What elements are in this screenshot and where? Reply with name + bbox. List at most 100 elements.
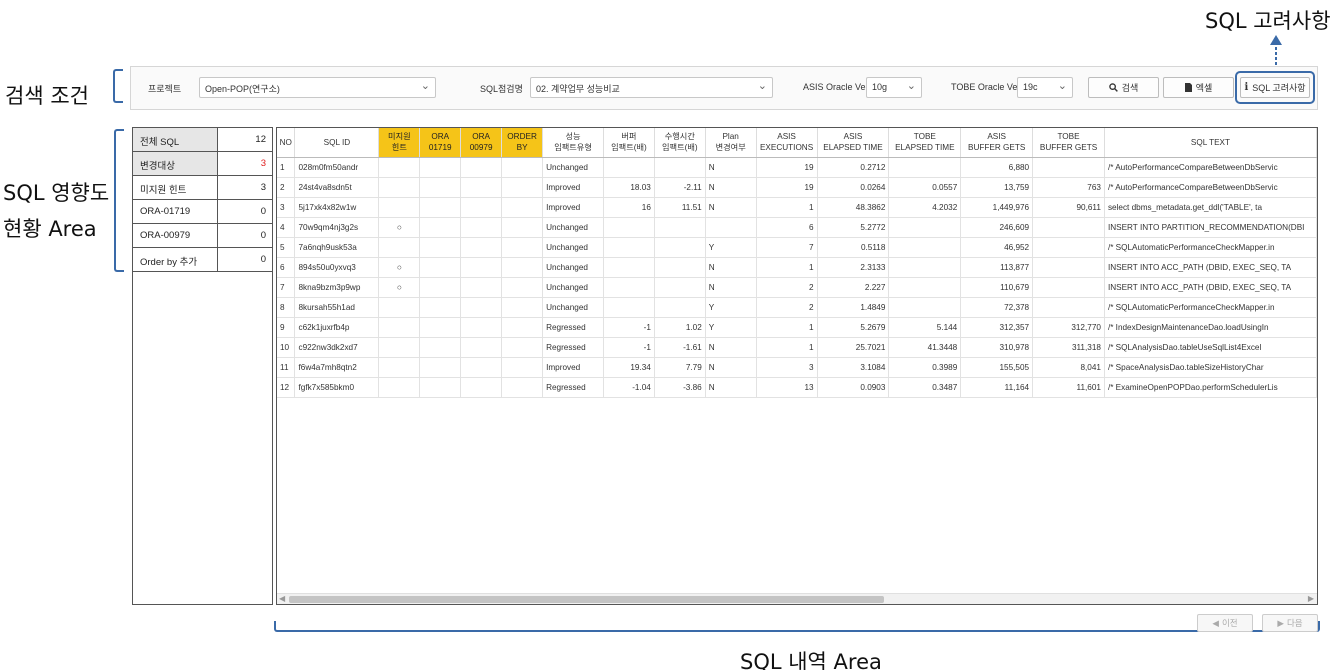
tobe-version-select[interactable]: 19c ⌄ <box>1017 77 1073 98</box>
column-header[interactable]: NO <box>277 128 296 158</box>
table-cell: 11 <box>277 357 296 378</box>
column-header[interactable]: SQL TEXT <box>1104 128 1317 158</box>
summary-count: 12 <box>255 134 266 145</box>
summary-row[interactable]: 변경대상 3 <box>133 152 272 176</box>
table-cell <box>460 257 503 278</box>
table-row[interactable]: 7 8kna9bzm3p9wp ○ Unchanged N 2 2.227 110,679 IN… <box>277 277 1317 298</box>
table-row[interactable]: 12 fgfk7x585bkm0 Regressed -1.04 -3.86 N 13 0.0… <box>277 377 1317 398</box>
table-cell: /* SQLAutomaticPerformanceCheckMapper.in <box>1104 237 1317 258</box>
scrollbar-thumb[interactable] <box>289 596 884 603</box>
scroll-left-icon[interactable]: ◀ <box>279 594 285 603</box>
table-cell: 1 <box>756 317 818 338</box>
table-cell: 10 <box>277 337 296 358</box>
column-header[interactable]: ASIS ELAPSED TIME <box>817 128 890 158</box>
table-cell: Unchanged <box>542 257 604 278</box>
column-header[interactable]: TOBE ELAPSED TIME <box>888 128 962 158</box>
table-cell <box>654 297 706 318</box>
column-header[interactable]: 수행시간 임팩트(배) <box>654 128 706 158</box>
table-cell: 1 <box>277 157 296 178</box>
table-cell: fgfk7x585bkm0 <box>294 377 380 398</box>
column-header-line1: NO <box>279 137 292 147</box>
column-header[interactable]: ASIS EXECUTIONS <box>756 128 818 158</box>
table-cell: 19.34 <box>603 357 655 378</box>
column-header[interactable]: Plan 변경여부 <box>705 128 757 158</box>
table-cell <box>501 297 544 318</box>
column-header[interactable]: SQL ID <box>294 128 380 158</box>
table-cell <box>603 157 655 178</box>
table-row[interactable]: 1 028m0fm50andr Unchanged N 19 0.2712 6,880 /* … <box>277 157 1317 178</box>
excel-button-label: 엑셀 <box>1195 83 1213 93</box>
column-header[interactable]: ORA 00979 <box>460 128 503 158</box>
column-header[interactable]: TOBE BUFFER GETS <box>1032 128 1105 158</box>
table-cell: ○ <box>378 277 421 298</box>
horizontal-scrollbar[interactable]: ◀ ▶ <box>277 593 1317 604</box>
sql-considerations-button[interactable]: i SQL 고려사항 <box>1240 77 1310 98</box>
table-cell <box>501 257 544 278</box>
table-row[interactable]: 4 70w9qm4nj3g2s ○ Unchanged 6 5.2772 246,609 IN… <box>277 217 1317 238</box>
table-cell <box>501 217 544 238</box>
column-header-line1: 성능 <box>565 132 581 142</box>
table-cell: 3 <box>277 197 296 218</box>
sql-check-select[interactable]: 02. 계약업무 성능비교 ⌄ <box>530 77 773 98</box>
table-cell: 18.03 <box>603 177 655 198</box>
project-select[interactable]: Open-POP(연구소) ⌄ <box>199 77 436 98</box>
history-brace <box>274 621 1320 632</box>
prev-button[interactable]: ◀ 이전 <box>1197 614 1253 632</box>
column-header[interactable]: ORA 01719 <box>419 128 462 158</box>
table-row[interactable]: 9 c62k1juxrfb4p Regressed -1 1.02 Y 1 5.2679 5.1… <box>277 317 1317 338</box>
summary-row[interactable]: Order by 추가 0 <box>133 248 272 272</box>
table-cell: Unchanged <box>542 297 604 318</box>
column-header[interactable]: 버퍼 임팩트(배) <box>603 128 655 158</box>
scroll-right-icon[interactable]: ▶ <box>1308 594 1314 603</box>
table-cell: ○ <box>378 257 421 278</box>
table-cell: 24st4va8sdn5t <box>294 177 380 198</box>
table-cell: Regressed <box>542 317 604 338</box>
column-header-line2: 변경여부 <box>715 143 746 153</box>
table-row[interactable]: 11 f6w4a7mh8qtn2 Improved 19.34 7.79 N 3 3.1084… <box>277 357 1317 378</box>
file-icon <box>1184 83 1192 92</box>
table-row[interactable]: 5 7a6nqh9usk53a Unchanged Y 7 0.5118 46,952 /* … <box>277 237 1317 258</box>
asis-version-select[interactable]: 10g ⌄ <box>866 77 922 98</box>
table-cell: -2.11 <box>654 177 706 198</box>
table-row[interactable]: 2 24st4va8sdn5t Improved 18.03 -2.11 N 19 0.026… <box>277 177 1317 198</box>
table-cell <box>378 197 421 218</box>
excel-button[interactable]: 엑셀 <box>1163 77 1234 98</box>
chevron-down-icon: ⌄ <box>420 80 430 92</box>
table-cell <box>654 277 706 298</box>
summary-label: 미지원 힌트 <box>133 176 218 199</box>
column-header[interactable]: 성능 임팩트유형 <box>542 128 604 158</box>
sql-considerations-label: SQL 고려사항 <box>1252 83 1306 93</box>
summary-label: ORA-01719 <box>133 200 218 223</box>
table-row[interactable]: 6 894s50u0yxvq3 ○ Unchanged N 1 2.3133 113,877 I… <box>277 257 1317 278</box>
search-icon <box>1108 83 1118 92</box>
table-cell: 1.4849 <box>817 297 890 318</box>
table-cell: N <box>705 277 757 298</box>
search-button[interactable]: 검색 <box>1088 77 1159 98</box>
prev-label: 이전 <box>1221 618 1238 628</box>
table-cell <box>419 377 462 398</box>
table-row[interactable]: 8 8kursah55h1ad Unchanged Y 2 1.4849 72,378 /* … <box>277 297 1317 318</box>
table-cell: N <box>705 257 757 278</box>
arrow-up-icon <box>1270 35 1282 67</box>
table-row[interactable]: 3 5j17xk4x82w1w Improved 16 11.51 N 1 48.3862 4.… <box>277 197 1317 218</box>
table-cell <box>460 157 503 178</box>
summary-row[interactable]: ORA-01719 0 <box>133 200 272 224</box>
column-header-line1: 수행시간 <box>664 132 695 142</box>
table-cell: 894s50u0yxvq3 <box>294 257 380 278</box>
summary-row[interactable]: ORA-00979 0 <box>133 224 272 248</box>
summary-row[interactable]: 전체 SQL 12 <box>133 128 272 152</box>
next-button[interactable]: ▶ 다음 <box>1262 614 1318 632</box>
table-cell: Improved <box>542 177 604 198</box>
table-cell: /* SQLAnalysisDao.tableUseSqlList4Excel <box>1104 337 1317 358</box>
table-cell <box>1032 157 1105 178</box>
summary-row[interactable]: 미지원 힌트 3 <box>133 176 272 200</box>
table-row[interactable]: 10 c922nw3dk2xd7 Regressed -1 -1.61 N 1 25.7021… <box>277 337 1317 358</box>
column-header[interactable]: ORDER BY <box>501 128 544 158</box>
table-cell <box>888 237 962 258</box>
table-cell <box>705 217 757 238</box>
table-cell <box>654 157 706 178</box>
column-header[interactable]: 미지원 힌트 <box>378 128 421 158</box>
table-cell <box>419 177 462 198</box>
table-cell <box>460 377 503 398</box>
column-header[interactable]: ASIS BUFFER GETS <box>960 128 1034 158</box>
